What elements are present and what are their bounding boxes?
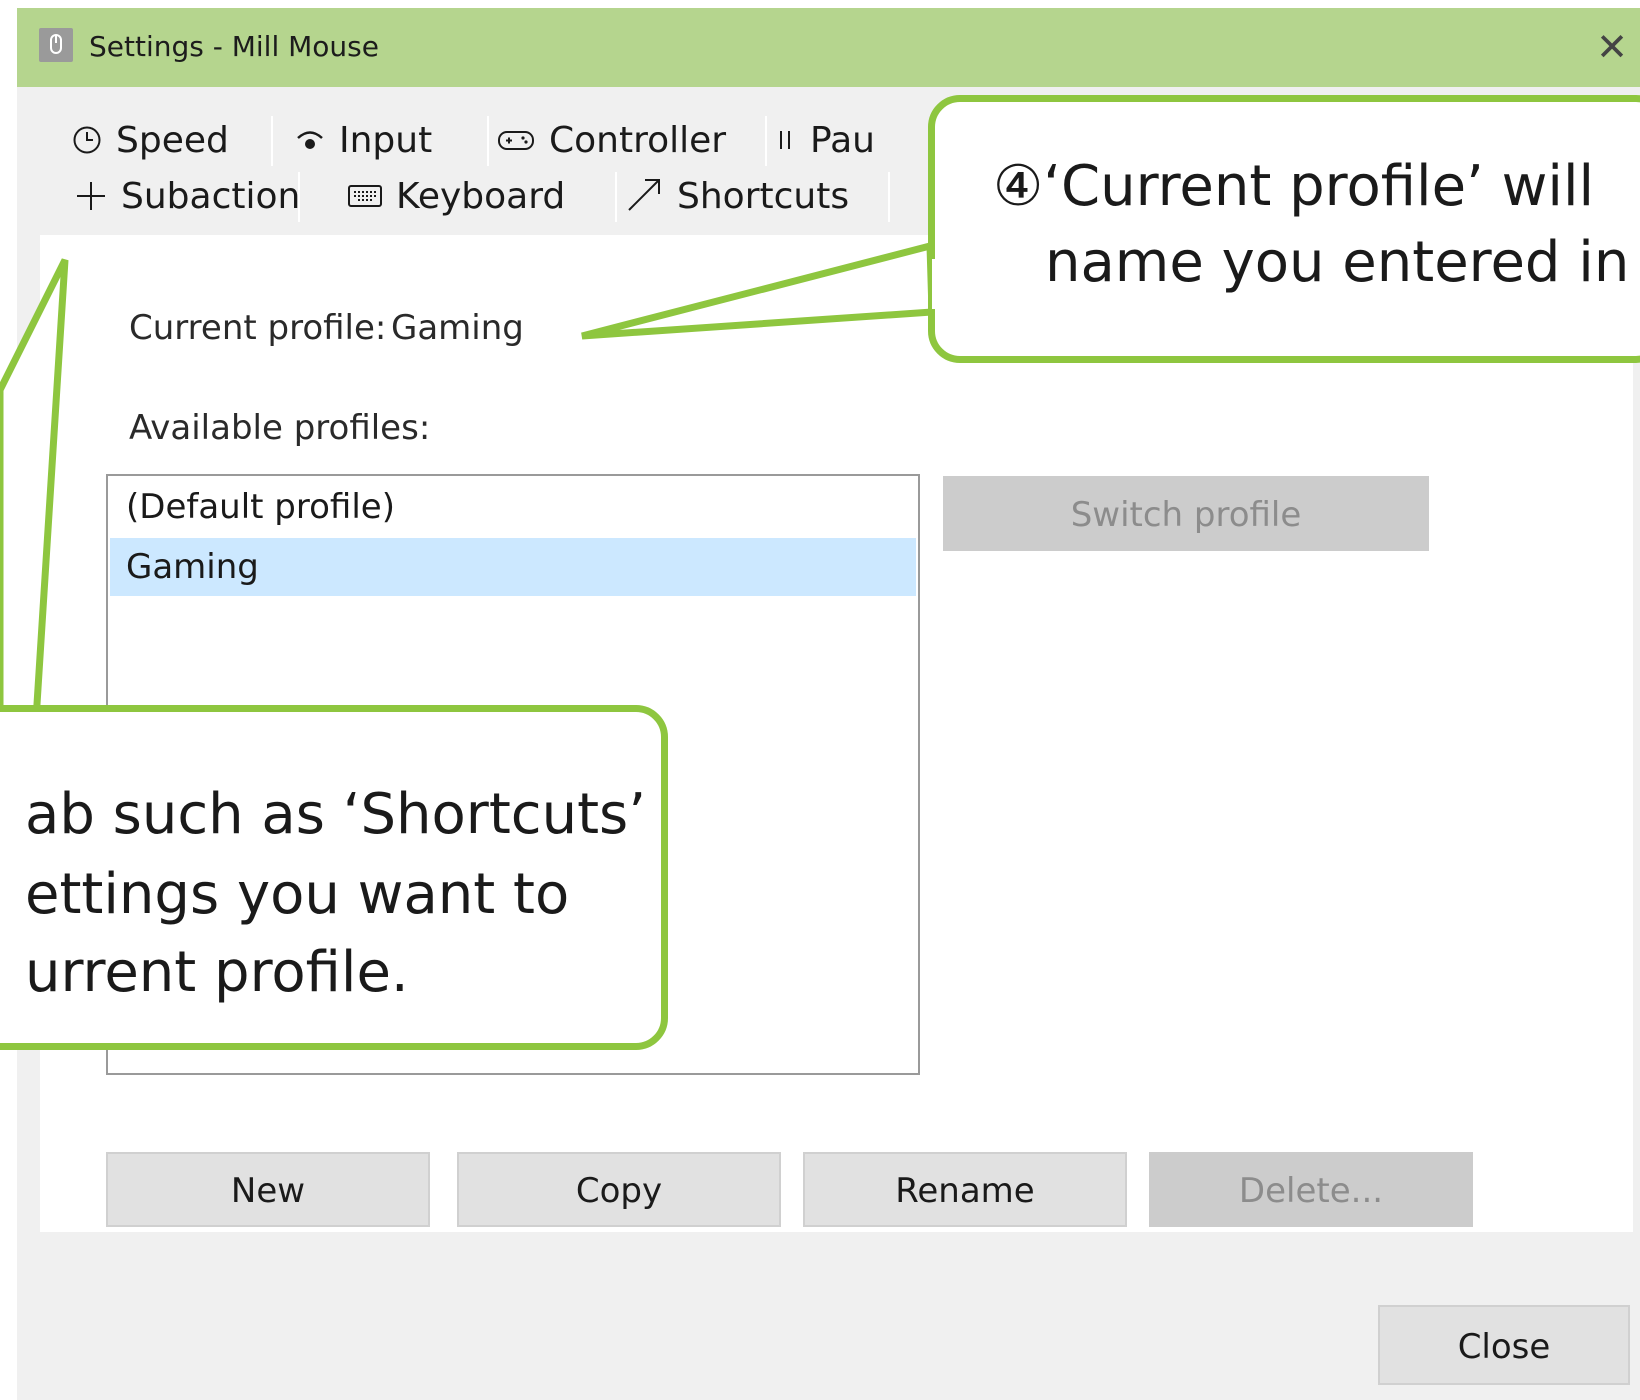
- callout-text: name you entered in: [1045, 230, 1630, 295]
- pointer-join: [0, 716, 42, 726]
- pointer-join: [932, 259, 942, 309]
- callout-text: urrent profile.: [25, 940, 409, 1005]
- callout-text: ettings you want to: [25, 862, 570, 927]
- callout-text: ④‘Current profile’ will: [993, 154, 1595, 219]
- callout-current-profile: ④‘Current profile’ will name you entered…: [928, 95, 1640, 363]
- callout-shortcuts-tab: ab such as ‘Shortcuts’ ettings you want …: [0, 705, 668, 1050]
- callout-text: ab such as ‘Shortcuts’: [25, 782, 647, 847]
